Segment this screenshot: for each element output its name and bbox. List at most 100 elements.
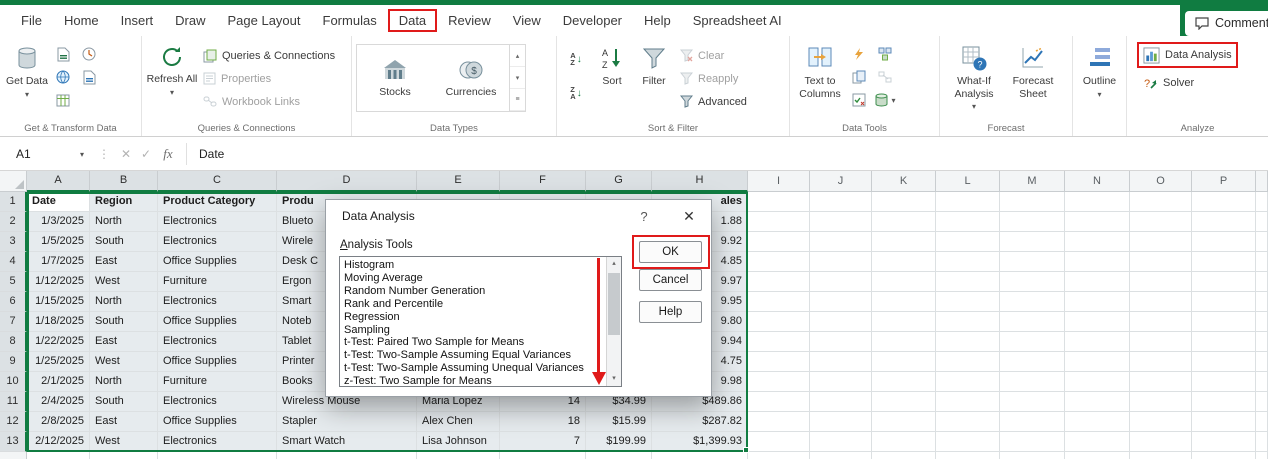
analysis-tool-option[interactable]: t-Test: Two-Sample Assuming Equal Varian… [344, 349, 617, 362]
cell-B11[interactable]: South [90, 392, 158, 412]
cell-O7[interactable] [1130, 312, 1192, 332]
cell-A8[interactable]: 1/22/2025 [27, 332, 90, 352]
cell-K8[interactable] [872, 332, 936, 352]
cell-J2[interactable] [810, 212, 872, 232]
cell-I9[interactable] [748, 352, 810, 372]
sort-descending-button[interactable]: Z A ↓ [563, 82, 589, 104]
cell-P6[interactable] [1192, 292, 1256, 312]
column-header-M[interactable]: M [1000, 171, 1065, 192]
cell-O6[interactable] [1130, 292, 1192, 312]
cell-L10[interactable] [936, 372, 1000, 392]
cell-M4[interactable] [1000, 252, 1065, 272]
cell-K11[interactable] [872, 392, 936, 412]
analysis-tool-option[interactable]: t-Test: Paired Two Sample for Means [344, 336, 617, 349]
row-header-12[interactable]: 12 [0, 412, 27, 432]
cell-C4[interactable]: Office Supplies [158, 252, 277, 272]
cell-J3[interactable] [810, 232, 872, 252]
cell-E[interactable] [417, 452, 500, 459]
text-to-columns-button[interactable]: Text to Columns [794, 38, 846, 120]
cell-H12[interactable]: $287.82 [652, 412, 748, 432]
tab-data[interactable]: Data [387, 9, 438, 32]
analysis-tool-option[interactable]: Moving Average [344, 272, 617, 285]
cell-N8[interactable] [1065, 332, 1130, 352]
cell-G13[interactable]: $199.99 [586, 432, 652, 452]
analysis-tool-option[interactable]: Random Number Generation [344, 285, 617, 298]
cell-P11[interactable] [1192, 392, 1256, 412]
tab-formulas[interactable]: Formulas [312, 9, 388, 32]
cell-F13[interactable]: 7 [500, 432, 586, 452]
comments-button[interactable]: Comments [1185, 10, 1268, 36]
cell-B7[interactable]: South [90, 312, 158, 332]
cell-M13[interactable] [1000, 432, 1065, 452]
cell-I8[interactable] [748, 332, 810, 352]
dialog-help-icon[interactable]: ? [626, 205, 662, 229]
data-validation-button[interactable] [848, 90, 870, 110]
cell-D12[interactable]: Stapler [277, 412, 417, 432]
cell-O8[interactable] [1130, 332, 1192, 352]
cell-P8[interactable] [1192, 332, 1256, 352]
cell-N7[interactable] [1065, 312, 1130, 332]
row-header-partial[interactable] [0, 452, 27, 459]
cell-L3[interactable] [936, 232, 1000, 252]
column-header-C[interactable]: C [158, 171, 277, 192]
cell-L8[interactable] [936, 332, 1000, 352]
currencies-button[interactable]: $ Currencies [433, 45, 509, 111]
cell-P4[interactable] [1192, 252, 1256, 272]
cell-I[interactable] [748, 452, 810, 459]
cell-K13[interactable] [872, 432, 936, 452]
cell-C7[interactable]: Office Supplies [158, 312, 277, 332]
cell-C[interactable] [158, 452, 277, 459]
cell-J8[interactable] [810, 332, 872, 352]
cell-F[interactable] [500, 452, 586, 459]
cell-L[interactable] [936, 452, 1000, 459]
cell-I5[interactable] [748, 272, 810, 292]
cell-K4[interactable] [872, 252, 936, 272]
row-header-13[interactable]: 13 [0, 432, 27, 452]
column-header-L[interactable]: L [936, 171, 1000, 192]
cell-M9[interactable] [1000, 352, 1065, 372]
cell-A7[interactable]: 1/18/2025 [27, 312, 90, 332]
scrollbar-thumb[interactable] [608, 273, 620, 335]
cell-P7[interactable] [1192, 312, 1256, 332]
cell-I7[interactable] [748, 312, 810, 332]
reapply-filter-button[interactable]: Reapply [675, 67, 752, 90]
cell-L9[interactable] [936, 352, 1000, 372]
cell-P5[interactable] [1192, 272, 1256, 292]
cell-A9[interactable]: 1/25/2025 [27, 352, 90, 372]
row-header-1[interactable]: 1 [0, 192, 27, 212]
analysis-tool-option[interactable]: z-Test: Two Sample for Means [344, 375, 617, 386]
cell-I1[interactable] [748, 192, 810, 212]
cell-L5[interactable] [936, 272, 1000, 292]
cell-K6[interactable] [872, 292, 936, 312]
tab-draw[interactable]: Draw [164, 9, 216, 32]
cell-N4[interactable] [1065, 252, 1130, 272]
cell-L4[interactable] [936, 252, 1000, 272]
cell-J1[interactable] [810, 192, 872, 212]
cell-N10[interactable] [1065, 372, 1130, 392]
stocks-button[interactable]: Stocks [357, 45, 433, 111]
cell-L12[interactable] [936, 412, 1000, 432]
cell-J7[interactable] [810, 312, 872, 332]
sort-button[interactable]: AZ Sort [591, 38, 633, 120]
cell-O3[interactable] [1130, 232, 1192, 252]
cell-A4[interactable]: 1/7/2025 [27, 252, 90, 272]
cell-P3[interactable] [1192, 232, 1256, 252]
cell-B[interactable] [90, 452, 158, 459]
cell-K7[interactable] [872, 312, 936, 332]
gallery-up-icon[interactable]: ▴ [510, 45, 525, 67]
column-header-O[interactable]: O [1130, 171, 1192, 192]
cell-M6[interactable] [1000, 292, 1065, 312]
cell-O4[interactable] [1130, 252, 1192, 272]
cell-C11[interactable]: Electronics [158, 392, 277, 412]
cell-J13[interactable] [810, 432, 872, 452]
cell-H[interactable] [652, 452, 748, 459]
cell-M[interactable] [1000, 452, 1065, 459]
cell-I6[interactable] [748, 292, 810, 312]
cell-N9[interactable] [1065, 352, 1130, 372]
column-header-J[interactable]: J [810, 171, 872, 192]
cell-M8[interactable] [1000, 332, 1065, 352]
cell-O1[interactable] [1130, 192, 1192, 212]
row-header-8[interactable]: 8 [0, 332, 27, 352]
column-header-F[interactable]: F [500, 171, 586, 192]
cell-B5[interactable]: West [90, 272, 158, 292]
